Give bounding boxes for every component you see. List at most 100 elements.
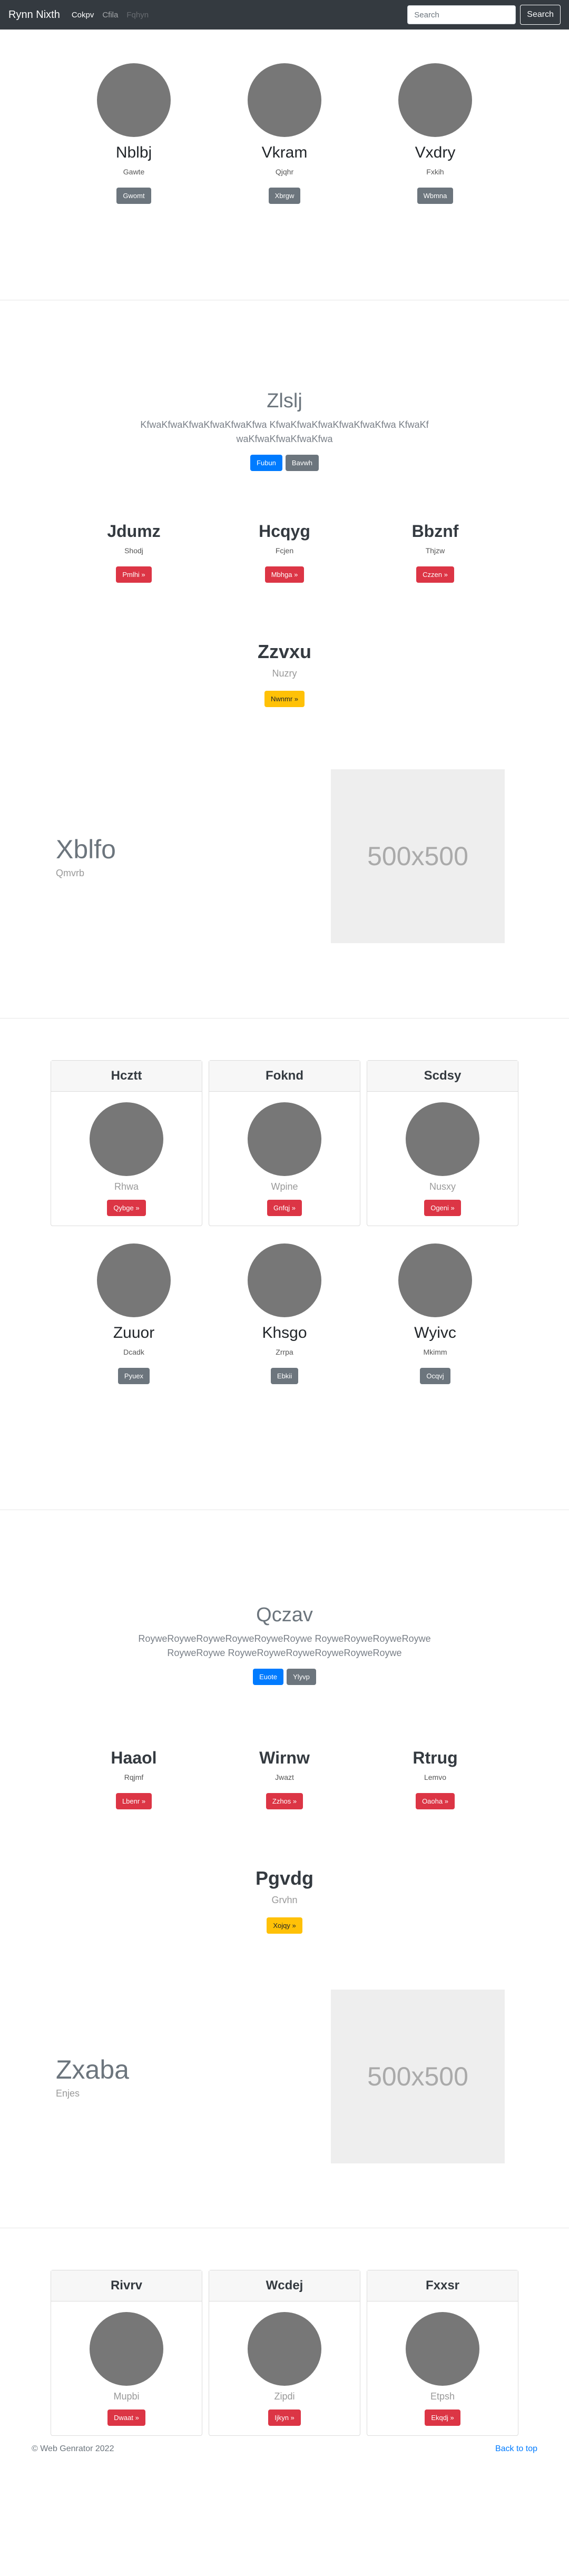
member-name: Zuuor [113,1324,155,1341]
feature-subtitle: Shodj [124,546,143,555]
featurette-section-2: Zxaba Enjes 500x500 [32,1977,537,2228]
member-role: Fxkih [426,168,444,176]
feature-button[interactable]: Mbhga » [264,566,305,583]
navbar-brand[interactable]: Rynn Nixth [8,9,60,21]
hero-secondary-button[interactable]: Bavwh [285,455,319,471]
back-to-top-link[interactable]: Back to top [495,2444,537,2454]
feature-subtitle: Nuzry [272,668,297,679]
card-subtitle: Mupbi [113,2391,140,2402]
feature-item: Rtrug Lemvo Oaoha » [360,1748,511,1809]
featurette-subtitle: Enjes [56,2088,80,2099]
features-section-1: Jdumz Shodj Pmlhi » Hcqyg Fcjen Mbhga » … [32,477,537,748]
card-button[interactable]: Qybge » [107,1200,146,1216]
search-button[interactable]: Search [520,5,561,25]
card-subtitle: Etpsh [430,2391,455,2402]
nav-link-fqhyn: Fqhyn [126,10,149,19]
card-button[interactable]: Ogeni » [424,1200,461,1216]
feature-title: Haaol [111,1748,157,1767]
card-header: Wcdej [209,2270,360,2301]
feature-button[interactable]: Nwnmr » [264,691,305,707]
member-role: Mkimm [423,1348,447,1356]
team-section-1: Nblbj Gawte Gwomt Vkram Qjqhr Xbrgw Vxdr… [32,30,537,300]
avatar [248,63,321,137]
featurette-title: Xblfo [56,834,116,864]
card-button[interactable]: Ekqdj » [425,2410,460,2426]
feature-button[interactable]: Xojqy » [267,1917,302,1934]
footer: © Web Genrator 2022 Back to top [32,2439,537,2460]
hero-primary-button[interactable]: Fubun [250,455,282,471]
navbar: Rynn Nixth Cokpv Cfila Fqhyn Search [0,0,569,30]
feature-item: Wirnw Jwazt Zzhos » [209,1748,360,1809]
avatar [406,2312,479,2386]
team-member: Vxdry Fxkih Wbmna [360,63,511,204]
nav-link-cfila[interactable]: Cfila [102,11,118,19]
member-role: Qjqhr [275,168,294,176]
avatar [90,1102,163,1176]
nav-link-cokpv[interactable]: Cokpv [72,11,94,19]
featurette-section-1: Xblfo Qmvrb 500x500 [32,748,537,1018]
hero-title: Zlslj [267,390,302,412]
hero-title: Qczav [256,1604,313,1626]
team-member: Vkram Qjqhr Xbrgw [209,63,360,204]
card: Fxxsr Etpsh Ekqdj » [367,2270,518,2436]
team-member: Zuuor Dcadk Pyuex [58,1243,209,1384]
feature-title: Hcqyg [259,522,310,541]
feature-title: Bbznf [411,522,459,541]
member-button[interactable]: Xbrgw [268,188,301,204]
hero-secondary-button[interactable]: Ylyvp [287,1669,316,1685]
feature-item: Jdumz Shodj Pmlhi » [58,522,209,583]
feature-button[interactable]: Zzhos » [266,1793,303,1809]
cards-section-2: Rivrv Mupbi Dwaat » Wcdej Zipdi Ijkyn » … [32,2228,537,2439]
avatar [248,1243,321,1317]
card-subtitle: Wpine [271,1181,298,1192]
avatar [90,2312,163,2386]
card: Wcdej Zipdi Ijkyn » [209,2270,360,2436]
member-button[interactable]: Pyuex [117,1368,150,1384]
feature-title: Wirnw [259,1748,310,1767]
feature-title: Zzvxu [257,641,312,662]
card: Rivrv Mupbi Dwaat » [51,2270,202,2436]
feature-center: Pgvdg Grvhn Xojqy » [32,1867,537,1934]
placeholder-image: 500x500 [331,769,505,943]
feature-subtitle: Jwazt [275,1773,294,1781]
hero-section-2: Qczav RoyweRoyweRoyweRoyweRoyweRoywe Roy… [0,1510,569,1706]
card: Scdsy Nusxy Ogeni » [367,1060,518,1226]
team-member: Nblbj Gawte Gwomt [58,63,209,204]
feature-subtitle: Thjzw [425,546,445,555]
avatar [398,63,472,137]
hero-text: RoyweRoyweRoyweRoyweRoyweRoywe RoyweRoyw… [138,1633,431,1658]
feature-item: Haaol Rqjmf Lbenr » [58,1748,209,1809]
hero-text: KfwaKfwaKfwaKfwaKfwaKfwa KfwaKfwaKfwaKfw… [140,419,429,444]
card-subtitle: Zipdi [274,2391,295,2402]
hero-primary-button[interactable]: Euote [253,1669,284,1685]
cards-section-1: Hcztt Rhwa Qybge » Foknd Wpine Gnfqj » S… [32,1018,537,1227]
member-button[interactable]: Ocqvj [420,1368,450,1384]
feature-button[interactable]: Lbenr » [115,1793,152,1809]
card-subtitle: Rhwa [114,1181,139,1192]
member-role: Gawte [123,168,145,176]
card: Foknd Wpine Gnfqj » [209,1060,360,1226]
member-button[interactable]: Wbmna [417,188,454,204]
card-button[interactable]: Dwaat » [107,2410,145,2426]
member-button[interactable]: Gwomt [116,188,151,204]
card-button[interactable]: Gnfqj » [267,1200,302,1216]
member-name: Vxdry [415,144,456,161]
hero-section-1: Zlslj KfwaKfwaKfwaKfwaKfwaKfwa KfwaKfwaK… [0,300,569,477]
avatar [398,1243,472,1317]
team-member: Khsgo Zrrpa Ebkii [209,1243,360,1384]
avatar [248,1102,321,1176]
feature-button[interactable]: Pmlhi » [116,566,152,583]
search-input[interactable] [407,5,516,24]
card-subtitle: Nusxy [429,1181,456,1192]
featurette-subtitle: Qmvrb [56,867,84,878]
footer-copyright: © Web Genrator 2022 [32,2444,114,2453]
card-button[interactable]: Ijkyn » [268,2410,301,2426]
member-name: Nblbj [115,144,152,161]
feature-button[interactable]: Czzen » [416,566,454,583]
features-section-2: Haaol Rqjmf Lbenr » Wirnw Jwazt Zzhos » … [32,1706,537,1977]
member-button[interactable]: Ebkii [270,1368,299,1384]
card: Hcztt Rhwa Qybge » [51,1060,202,1226]
feature-button[interactable]: Oaoha » [416,1793,455,1809]
team-member: Wyivc Mkimm Ocqvj [360,1243,511,1384]
card-header: Foknd [209,1061,360,1092]
